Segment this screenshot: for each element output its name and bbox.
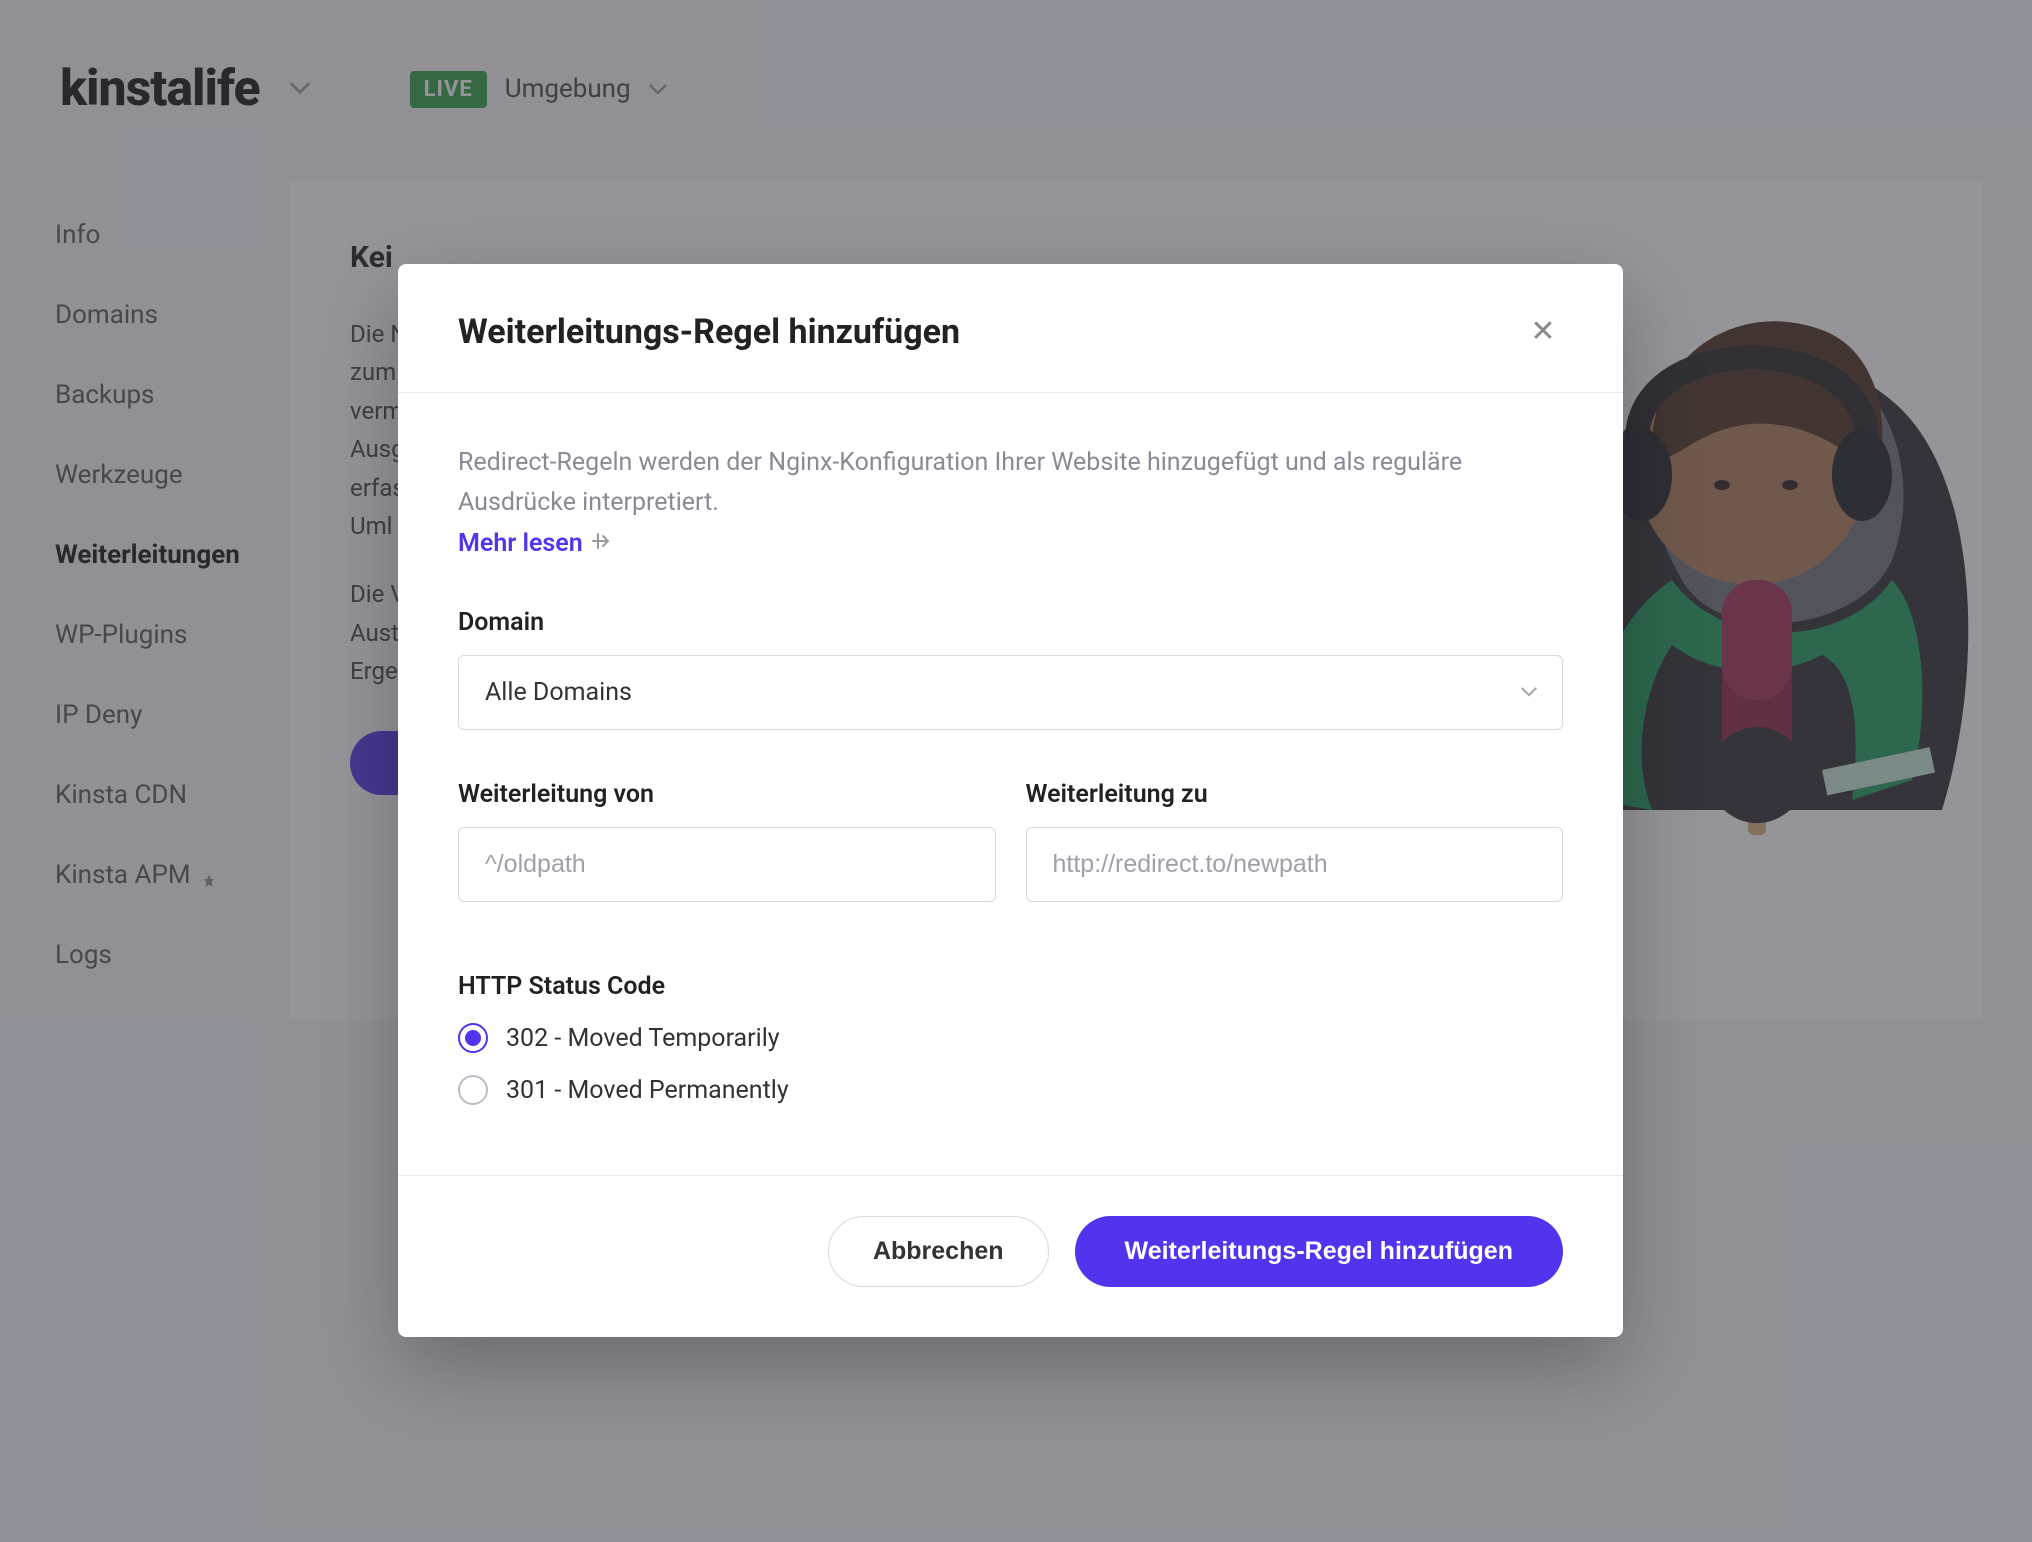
modal-description: Redirect-Regeln werden der Nginx-Konfigu… bbox=[458, 443, 1478, 523]
domain-label: Domain bbox=[458, 608, 1563, 637]
add-redirect-modal: Weiterleitungs-Regel hinzufügen ✕ Redire… bbox=[398, 264, 1623, 1337]
redirect-to-input[interactable] bbox=[1026, 827, 1564, 902]
redirect-from-input[interactable] bbox=[458, 827, 996, 902]
radio-301[interactable]: 301 - Moved Permanently bbox=[458, 1075, 1563, 1105]
close-button[interactable]: ✕ bbox=[1523, 312, 1563, 352]
modal-body: Redirect-Regeln werden der Nginx-Konfigu… bbox=[398, 393, 1623, 1145]
radio-icon bbox=[458, 1023, 488, 1053]
modal-footer: Abbrechen Weiterleitungs-Regel hinzufüge… bbox=[398, 1175, 1623, 1337]
modal-title: Weiterleitungs-Regel hinzufügen bbox=[458, 312, 960, 352]
radio-icon bbox=[458, 1075, 488, 1105]
radio-label: 302 - Moved Temporarily bbox=[506, 1024, 780, 1053]
domain-select-value: Alle Domains bbox=[485, 678, 632, 707]
domain-select[interactable]: Alle Domains bbox=[458, 655, 1563, 730]
read-more-link[interactable]: Mehr lesen bbox=[458, 529, 611, 558]
redirect-from-label: Weiterleitung von bbox=[458, 780, 996, 809]
submit-label: Weiterleitungs-Regel hinzufügen bbox=[1125, 1237, 1513, 1265]
cancel-button[interactable]: Abbrechen bbox=[828, 1216, 1049, 1287]
radio-label: 301 - Moved Permanently bbox=[506, 1076, 789, 1105]
redirect-to-label: Weiterleitung zu bbox=[1026, 780, 1564, 809]
cancel-label: Abbrechen bbox=[873, 1237, 1004, 1265]
submit-button[interactable]: Weiterleitungs-Regel hinzufügen bbox=[1075, 1216, 1563, 1287]
external-link-icon bbox=[591, 531, 611, 556]
read-more-label: Mehr lesen bbox=[458, 529, 583, 558]
modal-header: Weiterleitungs-Regel hinzufügen ✕ bbox=[398, 264, 1623, 393]
http-status-label: HTTP Status Code bbox=[458, 972, 1563, 1001]
radio-302[interactable]: 302 - Moved Temporarily bbox=[458, 1023, 1563, 1053]
close-icon: ✕ bbox=[1530, 315, 1555, 348]
